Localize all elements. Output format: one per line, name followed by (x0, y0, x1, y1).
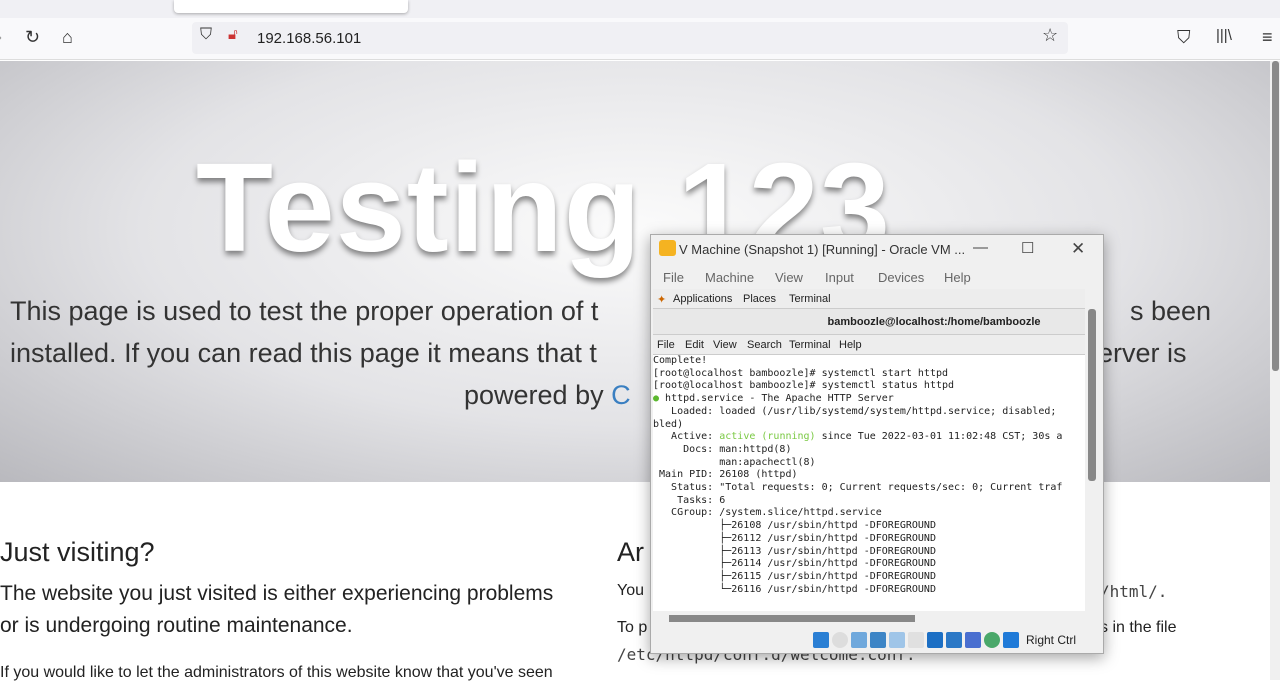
bookmark-star-icon[interactable]: ☆ (1042, 25, 1058, 46)
terminal-line: ├─26112 /usr/sbin/httpd -DFOREGROUND (653, 532, 936, 544)
optical-drive-icon[interactable] (832, 632, 848, 648)
vm-horizontal-scrollbar[interactable] (669, 615, 915, 622)
back-icon[interactable]: › (0, 27, 2, 48)
vm-menu-machine[interactable]: Machine (705, 270, 754, 285)
vm-menu-help[interactable]: Help (944, 270, 971, 285)
active-state: active (running) (719, 431, 816, 443)
close-icon[interactable]: ✕ (1071, 239, 1085, 259)
terminal-line: Main PID: 26108 (httpd) (653, 469, 798, 481)
vm-menu-devices[interactable]: Devices (878, 270, 924, 285)
powered-by-link[interactable]: C (611, 380, 631, 410)
hero-text-line3: powered by C (464, 380, 631, 411)
service-status-dot-icon: ● (653, 393, 660, 405)
virtualbox-logo-icon (659, 240, 676, 256)
admin-text-2: To p (617, 619, 648, 636)
gnome-terminal[interactable]: Terminal (789, 293, 831, 305)
display-icon[interactable] (927, 632, 943, 648)
applications-icon: ✦ (657, 294, 667, 306)
terminal-line: ● httpd.service - The Apache HTTP Server (653, 393, 894, 405)
terminal-line: CGroup: /system.slice/httpd.service (653, 507, 882, 519)
shield-icon[interactable]: ⛉ (200, 26, 212, 44)
vm-window-title: V Machine (Snapshot 1) [Running] - Oracl… (679, 242, 966, 257)
terminal-menubar: File Edit View Search Terminal Help (653, 335, 1085, 355)
terminal-line: Status: "Total requests: 0; Current requ… (653, 482, 1063, 494)
active-tab[interactable] (174, 0, 408, 13)
visiting-text-1: The website you just visited is either e… (0, 582, 554, 605)
maximize-icon[interactable]: ☐ (1021, 239, 1034, 257)
terminal-line: Active: active (running) since Tue 2022-… (653, 431, 1063, 443)
hero-text-line1: This page is used to test the proper ope… (10, 296, 599, 326)
terminal-line: Docs: man:httpd(8) (653, 443, 792, 455)
visiting-text-2: or is undergoing routine maintenance. (0, 614, 353, 637)
hard-disk-icon[interactable] (813, 632, 829, 648)
minimize-icon[interactable]: — (973, 239, 988, 256)
tab-bar (0, 0, 1280, 18)
page-scrollbar[interactable] (1270, 61, 1280, 680)
term-menu-help[interactable]: Help (839, 339, 862, 351)
terminal-line: ├─26108 /usr/sbin/httpd -DFOREGROUND (653, 520, 936, 532)
term-menu-view[interactable]: View (713, 339, 737, 351)
keyboard-capture-icon[interactable] (1003, 632, 1019, 648)
vm-menu-view[interactable]: View (775, 270, 803, 285)
page-scrollbar-thumb[interactable] (1272, 61, 1279, 371)
term-menu-terminal[interactable]: Terminal (789, 339, 831, 351)
video-capture-icon[interactable] (946, 632, 962, 648)
hero-text-line2: installed. If you can read this page it … (10, 338, 597, 368)
url-text[interactable]: 192.168.56.101 (257, 30, 361, 47)
terminal-scrollbar[interactable] (1088, 309, 1096, 481)
terminal-line: Complete! (653, 355, 708, 366)
virtualbox-window: V Machine (Snapshot 1) [Running] - Oracl… (650, 234, 1104, 654)
library-icon[interactable]: |||\ (1216, 27, 1232, 44)
terminal-line: [root@localhost bamboozle]# systemctl st… (653, 367, 949, 379)
navigation-toolbar: › ↻ ⌂ ⛉ 🔓︎ 192.168.56.101 ☆ ⛉ |||\ ≡ (0, 18, 1280, 60)
home-icon[interactable]: ⌂ (62, 27, 73, 48)
terminal-title: bamboozle@localhost:/home/bamboozle (653, 309, 1085, 335)
vm-menu-file[interactable]: File (663, 270, 684, 285)
admin-text-2-end: s in the file (1100, 619, 1177, 636)
guest-screen[interactable]: ✦ Applications Places Terminal bamboozle… (653, 289, 1085, 611)
gnome-places[interactable]: Places (743, 293, 776, 305)
terminal-output[interactable]: Complete! [root@localhost bamboozle]# sys… (653, 355, 1085, 605)
admin-heading: Ar (617, 537, 644, 567)
shared-folders-icon[interactable] (908, 632, 924, 648)
terminal-line: Loaded: loaded (/usr/lib/systemd/system/… (653, 405, 1057, 417)
term-menu-file[interactable]: File (657, 339, 675, 351)
cpu-icon[interactable] (965, 632, 981, 648)
terminal-line: ├─26113 /usr/sbin/httpd -DFOREGROUND (653, 545, 936, 557)
usb-icon[interactable] (889, 632, 905, 648)
vm-status-bar: Right Ctrl (813, 631, 1076, 649)
terminal-line: └─26116 /usr/sbin/httpd -DFOREGROUND (653, 583, 936, 595)
vm-menubar: File Machine View Input Devices Help (651, 267, 1103, 289)
powered-by-text: powered by (464, 380, 612, 410)
term-menu-edit[interactable]: Edit (685, 339, 704, 351)
terminal-line: [root@localhost bamboozle]# systemctl st… (653, 380, 955, 392)
terminal-line: bled) (653, 418, 684, 430)
admin-text-1-end: /html/. (1100, 582, 1168, 601)
terminal-line: ├─26114 /usr/sbin/httpd -DFOREGROUND (653, 558, 936, 570)
mouse-integration-icon[interactable] (984, 632, 1000, 648)
gnome-top-bar: ✦ Applications Places Terminal (653, 289, 1085, 309)
admin-text-1: You (617, 582, 644, 599)
reload-icon[interactable]: ↻ (25, 27, 40, 48)
terminal-line: Tasks: 6 (653, 494, 726, 506)
menu-icon[interactable]: ≡ (1262, 27, 1273, 48)
insecure-lock-icon[interactable]: 🔓︎ (228, 26, 238, 43)
terminal-line: ├─26115 /usr/sbin/httpd -DFOREGROUND (653, 570, 936, 582)
visiting-heading: Just visiting? (0, 537, 155, 567)
terminal-line: man:apachectl(8) (653, 456, 816, 468)
term-menu-search[interactable]: Search (747, 339, 782, 351)
url-bar[interactable]: ⛉ 🔓︎ 192.168.56.101 ☆ (192, 22, 1068, 54)
network-icon[interactable] (870, 632, 886, 648)
pocket-icon[interactable]: ⛉ (1177, 27, 1191, 48)
visiting-text-3: If you would like to let the administrat… (0, 664, 553, 681)
hero-text-line2-end: erver is (1098, 338, 1187, 368)
vm-menu-input[interactable]: Input (825, 270, 854, 285)
gnome-applications[interactable]: Applications (673, 293, 732, 305)
audio-icon[interactable] (851, 632, 867, 648)
host-key-label: Right Ctrl (1026, 633, 1077, 647)
hero-text-line1-end: s been (1130, 296, 1212, 326)
